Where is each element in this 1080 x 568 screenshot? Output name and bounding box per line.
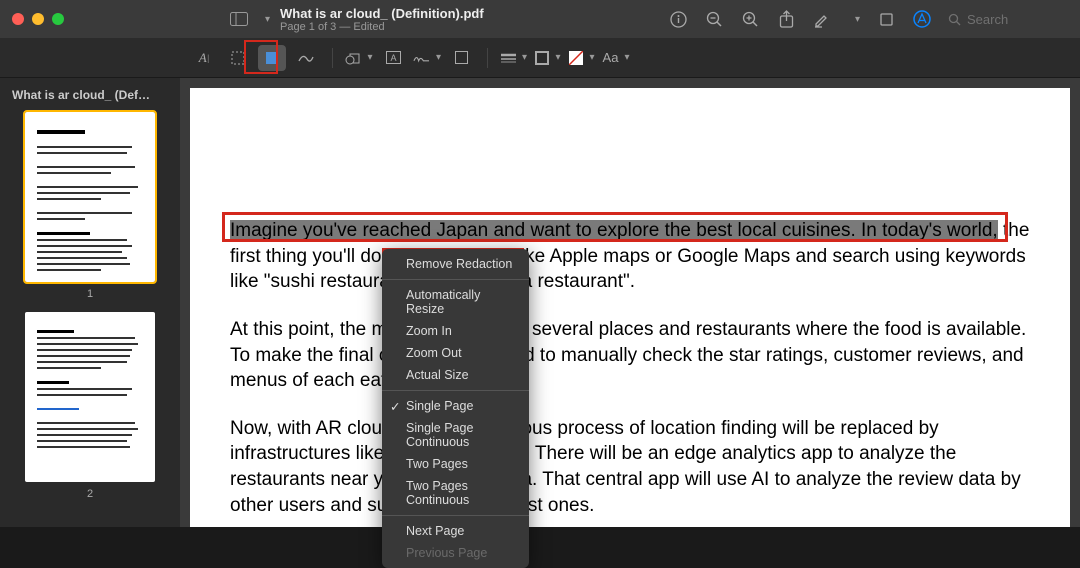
thumb-number: 1 [12, 288, 168, 300]
markup-icon[interactable] [912, 9, 932, 29]
chevron-down-icon[interactable]: ▾ [855, 14, 860, 25]
page-thumbnail-1[interactable] [25, 112, 155, 282]
menu-actual-size[interactable]: Actual Size [382, 364, 529, 386]
chevron-down-icon[interactable]: ▾ [265, 14, 270, 25]
close-window[interactable] [12, 13, 24, 25]
window-controls [12, 13, 64, 25]
text-box-icon[interactable]: A [379, 45, 407, 71]
menu-zoom-in[interactable]: Zoom In [382, 320, 529, 342]
svg-text:A: A [390, 53, 396, 63]
search-placeholder: Search [967, 12, 1008, 27]
info-icon[interactable] [669, 9, 689, 29]
menu-zoom-out[interactable]: Zoom Out [382, 342, 529, 364]
redact-tool-icon[interactable] [258, 45, 286, 71]
context-menu: Remove Redaction Automatically Resize Zo… [382, 249, 529, 568]
menu-single-page-cont[interactable]: Single Page Continuous [382, 417, 529, 453]
document-subtitle: Page 1 of 3 — Edited [280, 21, 484, 33]
search-box[interactable]: Search [948, 12, 1068, 27]
rotate-icon[interactable] [876, 9, 896, 29]
zoom-window[interactable] [52, 13, 64, 25]
shapes-icon[interactable]: ▾ [345, 45, 373, 71]
thumbnail-sidebar: What is ar cloud_ (Def… 1 2 [0, 78, 180, 527]
pdf-page: Imagine you've reached Japan and want to… [190, 88, 1070, 527]
document-view[interactable]: Imagine you've reached Japan and want to… [180, 78, 1080, 527]
menu-remove-redaction[interactable]: Remove Redaction [382, 253, 529, 275]
paragraph-1: Imagine you've reached Japan and want to… [230, 218, 1050, 295]
font-style-icon[interactable]: Aa▾ [602, 45, 630, 71]
thumb-number: 2 [12, 488, 168, 500]
menu-separator [382, 390, 529, 391]
border-color-icon[interactable]: ▾ [534, 45, 562, 71]
paragraph-3: Now, with AR cloud, this super tedious p… [230, 416, 1050, 519]
highlight-icon[interactable] [813, 9, 833, 29]
menu-next-page[interactable]: Next Page [382, 520, 529, 542]
select-rect-icon[interactable] [224, 45, 252, 71]
paragraph-2: At this point, the map app will show sev… [230, 317, 1050, 394]
menu-auto-resize[interactable]: Automatically Resize [382, 284, 529, 320]
markup-toolbar: A| ▾ A ▾ ▾ ▾ ▾ Aa▾ [0, 38, 1080, 78]
sign-icon[interactable]: ▾ [413, 45, 441, 71]
titlebar: ▾ What is ar cloud_ (Definition).pdf Pag… [0, 0, 1080, 38]
fill-color-icon[interactable]: ▾ [568, 45, 596, 71]
menu-two-pages[interactable]: Two Pages [382, 453, 529, 475]
zoom-out-icon[interactable] [705, 9, 725, 29]
redacted-text[interactable]: Imagine you've reached Japan and want to… [230, 220, 998, 241]
menu-previous-page: Previous Page [382, 542, 529, 564]
sidebar-toggle-icon[interactable] [229, 9, 249, 29]
note-icon[interactable] [447, 45, 475, 71]
check-icon: ✓ [390, 399, 400, 414]
document-title: What is ar cloud_ (Definition).pdf [280, 6, 484, 21]
menu-separator [382, 279, 529, 280]
sketch-icon[interactable] [292, 45, 320, 71]
menu-two-pages-cont[interactable]: Two Pages Continuous [382, 475, 529, 511]
document-title-block: What is ar cloud_ (Definition).pdf Page … [280, 6, 484, 33]
minimize-window[interactable] [32, 13, 44, 25]
sidebar-title: What is ar cloud_ (Def… [12, 88, 168, 102]
menu-separator [382, 515, 529, 516]
page-thumbnail-2[interactable] [25, 312, 155, 482]
border-style-icon[interactable]: ▾ [500, 45, 528, 71]
menu-single-page[interactable]: ✓Single Page [382, 395, 529, 417]
text-style-icon[interactable]: A| [190, 45, 218, 71]
share-icon[interactable] [777, 9, 797, 29]
zoom-in-icon[interactable] [741, 9, 761, 29]
